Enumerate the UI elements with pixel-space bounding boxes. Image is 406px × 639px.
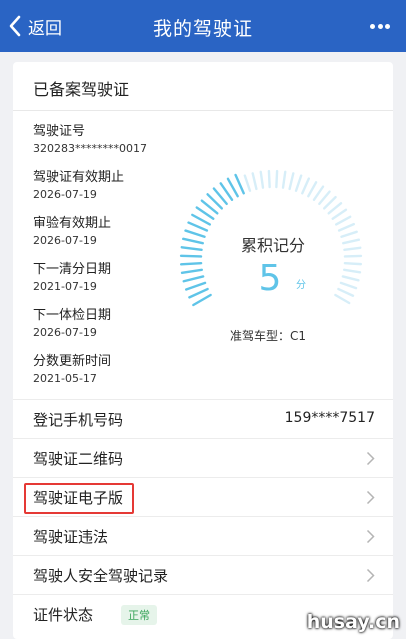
gauge-label: 累积记分: [241, 236, 305, 255]
gauge-tick: [243, 174, 252, 192]
chevron-right-icon: [366, 529, 375, 544]
gauge-tick: [179, 261, 203, 266]
gauge-tick: [334, 215, 352, 226]
gauge-tick: [343, 254, 363, 258]
gauge-tick: [334, 293, 351, 305]
row-electronic-license[interactable]: 驾驶证电子版: [13, 477, 393, 516]
gauge-tick: [331, 208, 348, 220]
info-license-number: 驾驶证号 320283********0017: [33, 120, 147, 155]
info-label: 下一体检日期: [33, 308, 112, 323]
info-value: 320283********0017: [33, 142, 147, 155]
gauge-tick: [294, 174, 303, 192]
gauge-tick: [180, 246, 203, 252]
row-license-violations[interactable]: 驾驶证违法: [13, 516, 393, 555]
divider: [13, 110, 393, 111]
chevron-right-icon: [366, 568, 375, 583]
gauge-score: 5: [259, 258, 282, 299]
gauge-tick: [288, 172, 295, 191]
gauge-tick: [327, 202, 343, 215]
gauge-tick: [188, 287, 209, 299]
gauge-tick: [339, 281, 358, 290]
gauge-tick: [182, 237, 204, 245]
info-label: 驾驶证号: [33, 124, 86, 139]
row-label: 驾驶人安全驾驶记录: [33, 567, 169, 585]
gauge-tick: [179, 254, 203, 258]
gauge-tick: [187, 221, 209, 232]
info-score-update-time: 分数更新时间 2021-05-17: [33, 350, 111, 385]
car-type: 准驾车型：C1: [230, 327, 306, 344]
row-phone-number[interactable]: 登记手机号码 159****7517: [13, 399, 393, 438]
gauge-tick: [259, 170, 265, 189]
info-next-exam-date: 下一体检日期 2026-07-19: [33, 304, 111, 339]
gauge-tick: [343, 261, 363, 266]
gauge-tick: [307, 181, 318, 198]
info-value: 2021-07-19: [33, 280, 97, 293]
car-type-value: C1: [290, 329, 307, 343]
row-label: 登记手机号码: [33, 411, 124, 429]
row-license-qrcode[interactable]: 驾驶证二维码: [13, 438, 393, 477]
page-title: 我的驾驶证: [152, 18, 253, 40]
gauge-tick: [180, 268, 204, 275]
gauge-unit: 分: [296, 279, 306, 291]
info-value: 2026-07-19: [33, 234, 97, 247]
info-value: 2026-07-19: [33, 188, 97, 201]
gauge-tick: [341, 275, 360, 282]
gauge-tick: [275, 169, 279, 189]
gauge-tick: [337, 287, 355, 297]
info-label: 下一清分日期: [33, 262, 112, 277]
gauge-tick: [281, 170, 287, 189]
gauge-tick: [312, 185, 325, 201]
gauge-tick: [342, 268, 362, 274]
gauge-tick: [267, 169, 271, 189]
more-icon[interactable]: [370, 16, 390, 36]
row-label: 驾驶证二维码: [33, 450, 124, 468]
gauge-tick: [340, 230, 358, 238]
info-value: 2026-07-19: [33, 326, 97, 339]
gauge-tick: [343, 246, 362, 252]
card-title: 已备案驾驶证: [33, 80, 130, 99]
row-label: 驾驶证电子版: [33, 489, 124, 507]
chevron-right-icon: [366, 490, 375, 505]
info-value: 2021-05-17: [33, 372, 97, 385]
chevron-right-icon: [366, 451, 375, 466]
gauge-tick: [182, 275, 205, 283]
gauge-tick: [184, 229, 206, 238]
watermark: husay.cn: [306, 611, 400, 633]
gauge-tick: [226, 177, 239, 198]
nav-bar: 返回 我的驾驶证: [0, 0, 406, 52]
row-safe-driving-record[interactable]: 驾驶人安全驾驶记录: [13, 555, 393, 594]
car-type-label: 准驾车型：: [230, 329, 291, 343]
info-review-expiry: 审验有效期止 2026-07-19: [33, 212, 111, 247]
info-label: 驾驶证有效期止: [33, 170, 125, 185]
row-label: 驾驶证违法: [33, 528, 109, 546]
gauge-tick: [318, 190, 331, 206]
info-label: 审验有效期止: [33, 216, 112, 231]
gauge-tick: [323, 195, 337, 210]
status-badge: 正常: [121, 605, 157, 625]
info-next-clear-date: 下一清分日期 2021-07-19: [33, 258, 111, 293]
info-license-expiry: 驾驶证有效期止 2026-07-19: [33, 166, 124, 201]
gauge-tick: [337, 222, 356, 232]
gauge-tick: [192, 293, 212, 307]
license-card: 已备案驾驶证 驾驶证号 320283********0017 驾驶证有效期止 2…: [13, 62, 393, 639]
gauge-tick: [342, 238, 361, 245]
gauge-tick: [301, 177, 310, 195]
gauge-tick: [234, 173, 245, 195]
gauge-tick: [191, 213, 212, 226]
row-value: 159****7517: [284, 410, 375, 426]
gauge-tick: [251, 172, 258, 191]
row-label: 证件状态: [33, 606, 94, 624]
info-label: 分数更新时间: [33, 354, 112, 369]
gauge-tick: [184, 281, 207, 291]
